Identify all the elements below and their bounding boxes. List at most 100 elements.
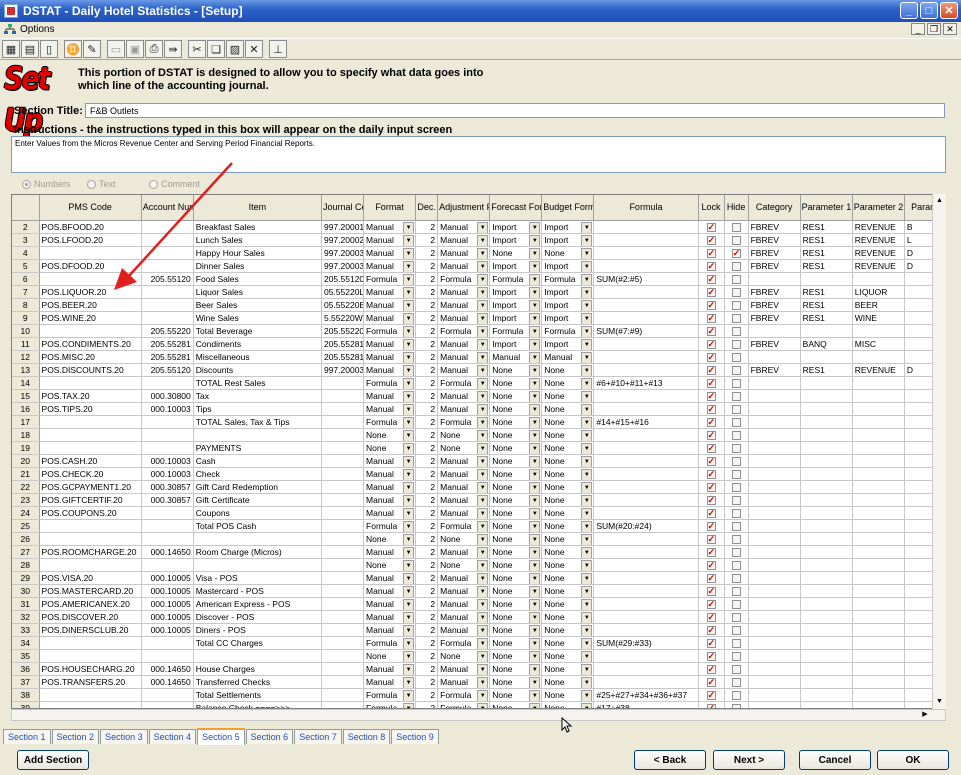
account-number-cell[interactable]: 000.30800 bbox=[141, 389, 194, 403]
category-cell[interactable] bbox=[748, 636, 801, 650]
adjustment-format-dropdown[interactable]: Manual bbox=[437, 259, 491, 273]
parameter-2-cell[interactable] bbox=[852, 402, 905, 416]
journal-cell-cell[interactable] bbox=[321, 506, 365, 520]
unchecked-checkbox-icon[interactable] bbox=[731, 261, 741, 271]
unchecked-checkbox-icon[interactable] bbox=[731, 690, 741, 700]
unchecked-checkbox-icon[interactable] bbox=[731, 274, 741, 284]
lock-checkbox[interactable] bbox=[698, 246, 725, 260]
account-number-cell[interactable] bbox=[141, 259, 194, 273]
lock-checkbox[interactable] bbox=[698, 259, 725, 273]
adjustment-format-dropdown[interactable]: Manual bbox=[437, 584, 491, 598]
format-dropdown[interactable]: Manual bbox=[363, 298, 417, 312]
tab-section-4[interactable]: Section 4 bbox=[148, 729, 197, 744]
dec-cell[interactable]: 2 bbox=[415, 675, 439, 689]
window-title-bar[interactable]: DSTAT - Daily Hotel Statistics - [Setup]… bbox=[0, 0, 961, 22]
parameter-1-cell[interactable] bbox=[800, 623, 853, 637]
formula-cell[interactable] bbox=[593, 532, 699, 546]
category-cell[interactable] bbox=[748, 675, 801, 689]
adjustment-format-dropdown[interactable]: Manual bbox=[437, 298, 491, 312]
pms-code-cell[interactable]: POS.TAX.20 bbox=[39, 389, 142, 403]
item-cell[interactable]: Total Settlements bbox=[193, 688, 322, 702]
checked-checkbox-icon[interactable] bbox=[706, 559, 716, 570]
forecast-format-dropdown[interactable]: None bbox=[489, 480, 543, 494]
journal-cell-cell[interactable] bbox=[321, 584, 365, 598]
forecast-format-dropdown[interactable]: None bbox=[489, 649, 543, 663]
lock-checkbox[interactable] bbox=[698, 584, 725, 598]
table-row[interactable]: 37 POS.TRANSFERS.20 000.14650 Transferred C… bbox=[12, 675, 945, 689]
budget-format-dropdown[interactable]: None bbox=[541, 454, 595, 468]
account-number-cell[interactable]: 000.14650 bbox=[141, 675, 194, 689]
budget-format-dropdown[interactable]: None bbox=[541, 545, 595, 559]
radio-numbers[interactable]: Numbers bbox=[22, 179, 71, 189]
lock-checkbox[interactable] bbox=[698, 506, 725, 520]
adjustment-format-dropdown[interactable]: Manual bbox=[437, 493, 491, 507]
budget-format-dropdown[interactable]: Formula bbox=[541, 324, 595, 338]
checked-checkbox-icon[interactable] bbox=[706, 676, 716, 687]
hide-checkbox[interactable] bbox=[724, 272, 749, 286]
maximize-icon[interactable]: □ bbox=[920, 2, 938, 19]
formula-cell[interactable] bbox=[593, 298, 699, 312]
unchecked-checkbox-icon[interactable] bbox=[731, 378, 741, 388]
journal-cell-cell[interactable]: 05.55220B bbox=[321, 298, 365, 312]
format-dropdown[interactable]: Manual bbox=[363, 363, 417, 377]
pms-code-cell[interactable]: POS.BEER.20 bbox=[39, 298, 142, 312]
pms-code-cell[interactable] bbox=[39, 558, 142, 572]
hide-checkbox[interactable] bbox=[724, 337, 749, 351]
checked-checkbox-icon[interactable] bbox=[706, 624, 716, 635]
account-number-cell[interactable] bbox=[141, 441, 194, 455]
adjustment-format-dropdown[interactable]: Manual bbox=[437, 610, 491, 624]
parameter-1-cell[interactable] bbox=[800, 688, 853, 702]
item-cell[interactable]: Breakfast Sales bbox=[193, 220, 322, 234]
adjustment-format-dropdown[interactable]: Formula bbox=[437, 519, 491, 533]
formula-cell[interactable] bbox=[593, 285, 699, 299]
table-row[interactable]: 27 POS.ROOMCHARGE.20 000.14650 Room Charge … bbox=[12, 545, 945, 559]
unchecked-checkbox-icon[interactable] bbox=[731, 586, 741, 596]
format-dropdown[interactable]: Manual bbox=[363, 311, 417, 325]
budget-format-dropdown[interactable]: None bbox=[541, 363, 595, 377]
pms-code-cell[interactable]: POS.CONDIMENTS.20 bbox=[39, 337, 142, 351]
parameter-2-cell[interactable] bbox=[852, 376, 905, 390]
tab-section-1[interactable]: Section 1 bbox=[3, 729, 51, 744]
adjustment-format-dropdown[interactable]: Manual bbox=[437, 246, 491, 260]
formula-cell[interactable] bbox=[593, 441, 699, 455]
category-cell[interactable] bbox=[748, 545, 801, 559]
lock-checkbox[interactable] bbox=[698, 701, 725, 708]
formula-cell[interactable]: #25+#27+#34+#36+#37 bbox=[593, 688, 699, 702]
budget-format-dropdown[interactable]: Import bbox=[541, 298, 595, 312]
journal-cell-cell[interactable] bbox=[321, 610, 365, 624]
table-row[interactable]: 6205.55120Food Sales205.55120Formula2For… bbox=[12, 272, 945, 286]
checked-checkbox-icon[interactable] bbox=[706, 572, 716, 583]
category-cell[interactable] bbox=[748, 441, 801, 455]
tab-section-5[interactable]: Section 5 bbox=[197, 728, 245, 745]
dec-cell[interactable]: 2 bbox=[415, 467, 439, 481]
journal-cell-cell[interactable] bbox=[321, 389, 365, 403]
horizontal-scrollbar[interactable]: ▶ bbox=[11, 709, 946, 721]
journal-cell-cell[interactable] bbox=[321, 623, 365, 637]
item-cell[interactable]: Tips bbox=[193, 402, 322, 416]
journal-cell-cell[interactable]: 997.20002 bbox=[321, 233, 365, 247]
formula-cell[interactable] bbox=[593, 402, 699, 416]
dec-cell[interactable]: 2 bbox=[415, 519, 439, 533]
parameter-1-cell[interactable]: RES1 bbox=[800, 311, 853, 325]
parameter-2-cell[interactable] bbox=[852, 324, 905, 338]
forecast-format-dropdown[interactable]: None bbox=[489, 376, 543, 390]
category-cell[interactable]: FBREV bbox=[748, 337, 801, 351]
hide-checkbox[interactable] bbox=[724, 246, 749, 260]
lock-checkbox[interactable] bbox=[698, 376, 725, 390]
formula-cell[interactable] bbox=[593, 493, 699, 507]
hide-checkbox[interactable] bbox=[724, 584, 749, 598]
parameter-2-cell[interactable] bbox=[852, 701, 905, 708]
hide-checkbox[interactable] bbox=[724, 350, 749, 364]
parameter-2-cell[interactable] bbox=[852, 675, 905, 689]
dec-cell[interactable]: 2 bbox=[415, 363, 439, 377]
account-number-cell[interactable]: 000.30857 bbox=[141, 493, 194, 507]
item-cell[interactable]: Beer Sales bbox=[193, 298, 322, 312]
cut-icon[interactable]: ✂ bbox=[188, 40, 206, 58]
pms-code-cell[interactable] bbox=[39, 688, 142, 702]
lock-checkbox[interactable] bbox=[698, 493, 725, 507]
add-section-button[interactable]: Add Section bbox=[17, 750, 89, 770]
item-cell[interactable]: Miscellaneous bbox=[193, 350, 322, 364]
unchecked-checkbox-icon[interactable] bbox=[731, 508, 741, 518]
pms-code-cell[interactable]: POS.LFOOD.20 bbox=[39, 233, 142, 247]
table-row[interactable]: 4Happy Hour Sales997.20003Manual2ManualN… bbox=[12, 246, 945, 260]
